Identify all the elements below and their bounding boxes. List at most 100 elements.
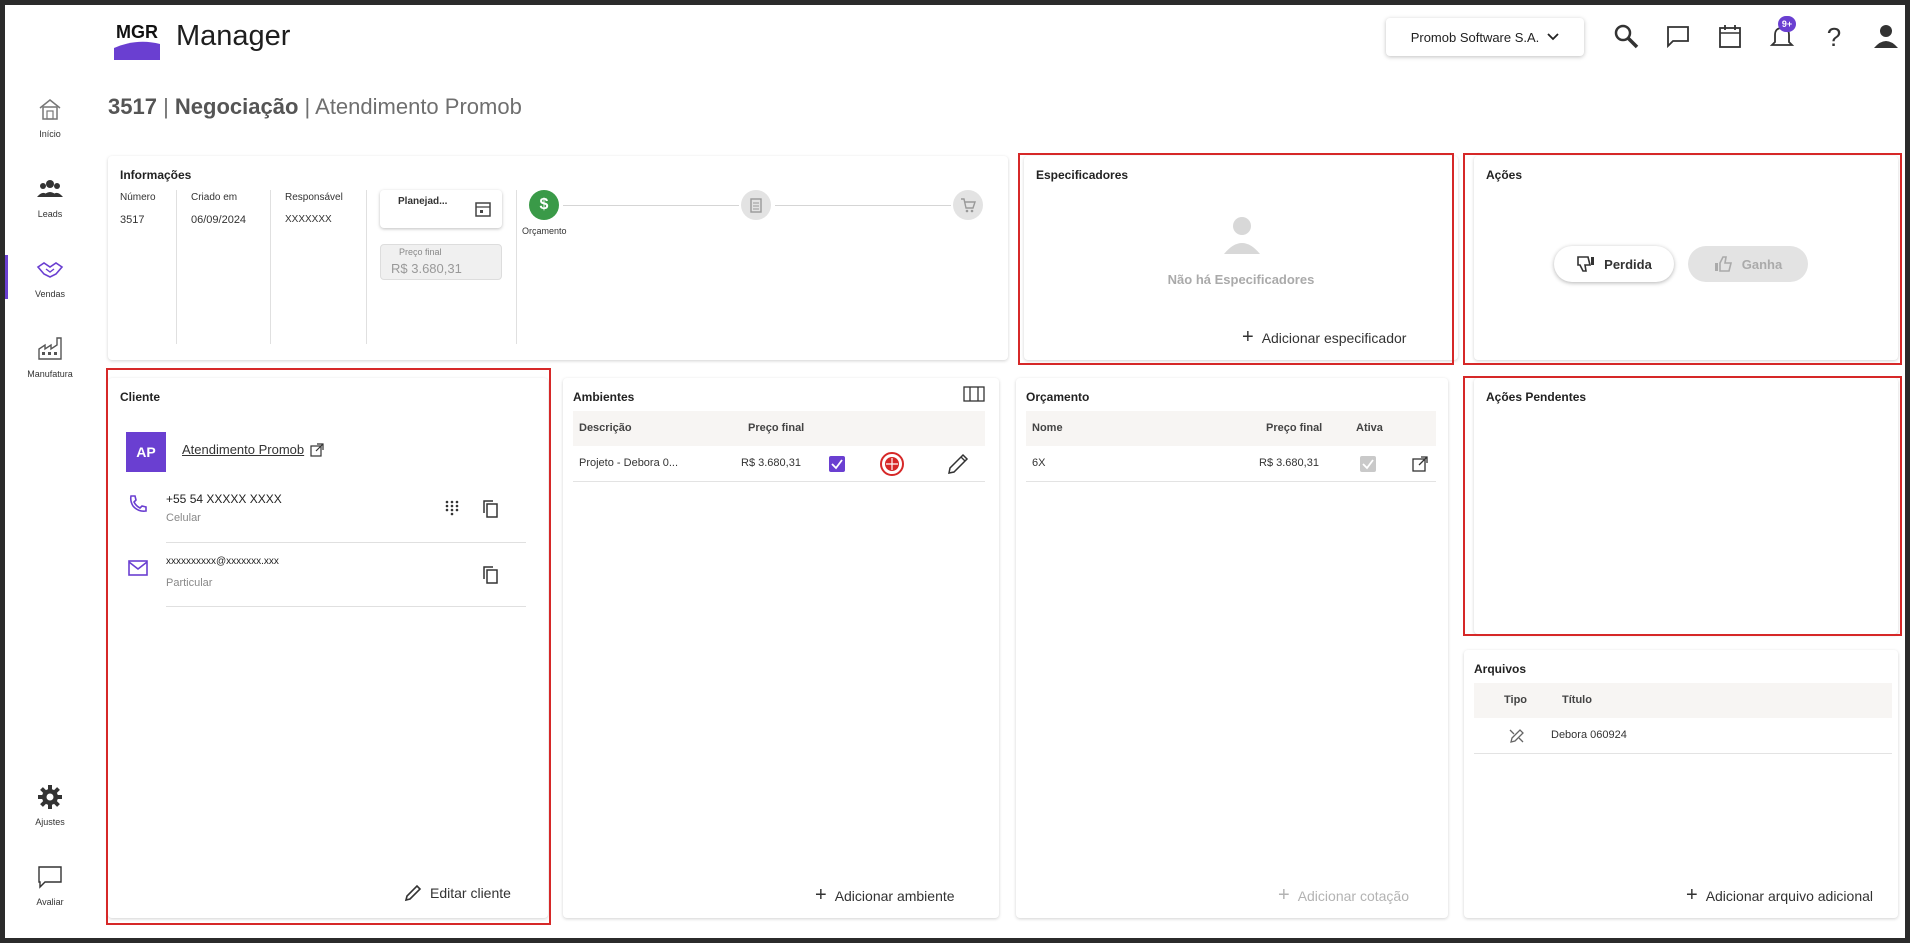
checkbox-disabled-icon: [1360, 456, 1376, 472]
pencil-icon: [404, 884, 422, 902]
column-header: Descrição: [579, 422, 632, 434]
chevron-down-icon: [1547, 33, 1559, 41]
email-icon: [128, 560, 148, 576]
sidebar-label: Vendas: [34, 289, 66, 299]
mark-lost-button[interactable]: Perdida: [1554, 246, 1674, 282]
table-header: Nome Preço final Ativa: [1026, 411, 1436, 446]
phone-icon: [129, 495, 147, 512]
plus-icon: +: [1278, 884, 1290, 906]
copy-icon[interactable]: [482, 566, 498, 584]
divider: [176, 190, 177, 344]
environments-title: Ambientes: [573, 390, 635, 404]
thumbs-down-icon: [1577, 256, 1595, 272]
clipboard-icon: [750, 198, 762, 213]
notification-badge: 9+: [1778, 16, 1796, 32]
search-icon[interactable]: [1612, 22, 1640, 50]
step-pedido[interactable]: [741, 190, 771, 220]
add-environment-label: Adicionar ambiente: [834, 887, 955, 904]
client-name: Atendimento Promob: [182, 442, 305, 457]
cart-icon: [961, 198, 976, 213]
sidebar-item-inicio[interactable]: Início: [5, 95, 95, 139]
add-file-label: Adicionar arquivo adicional: [1705, 887, 1874, 904]
price-field: Preço final R$ 3.680,31: [380, 244, 502, 280]
table-row[interactable]: 6X R$ 3.680,31: [1026, 446, 1436, 482]
table-row[interactable]: Debora 060924: [1474, 718, 1892, 754]
svg-text:MGR: MGR: [116, 22, 158, 42]
criado-label: Criado em: [191, 192, 238, 203]
divider: [166, 542, 526, 543]
dialpad-icon[interactable]: [444, 500, 460, 516]
files-card: Arquivos Tipo Título Debora 060924 + Adi…: [1464, 650, 1898, 918]
status-value: Planejad...: [398, 196, 448, 207]
environments-card: Ambientes Descrição Preço final Projeto …: [563, 378, 999, 918]
svg-text:?: ?: [1827, 22, 1841, 50]
factory-icon: [38, 337, 62, 360]
budget-title: Orçamento: [1026, 390, 1090, 404]
copy-icon[interactable]: [482, 500, 498, 518]
divider: [166, 606, 526, 607]
thumbs-up-icon: [1714, 256, 1732, 272]
sidebar-label: Manufatura: [27, 369, 73, 379]
step-line: [563, 205, 739, 206]
plus-icon: +: [1686, 884, 1698, 906]
actions-title: Ações: [1486, 168, 1523, 182]
avatar: AP: [126, 432, 166, 472]
edit-client-button[interactable]: Editar cliente: [404, 884, 511, 902]
sidebar-label: Avaliar: [36, 897, 64, 907]
price-value: R$ 3.680,31: [391, 261, 462, 276]
user-icon[interactable]: [1872, 22, 1900, 50]
columns-icon[interactable]: [963, 386, 985, 402]
company-select[interactable]: Promob Software S.A.: [1386, 18, 1584, 56]
open-external-icon[interactable]: [1412, 456, 1428, 472]
client-phone: +55 54 XXXXX XXXX: [166, 492, 282, 506]
checkbox-checked-icon[interactable]: [829, 456, 845, 472]
column-header: Título: [1562, 694, 1592, 706]
pencil-icon[interactable]: [947, 453, 969, 475]
budget-price: R$ 3.680,31: [1259, 457, 1319, 469]
sidebar-item-vendas[interactable]: Vendas: [5, 255, 95, 299]
step-label: Orçamento: [522, 226, 567, 236]
column-header: Preço final: [748, 422, 805, 434]
add-file-button[interactable]: + Adicionar arquivo adicional: [1686, 884, 1873, 907]
table-row[interactable]: Projeto - Debora 0... R$ 3.680,31: [573, 446, 985, 482]
info-card: Informações Número 3517 Criado em 06/09/…: [108, 156, 1008, 360]
users-icon: [37, 180, 63, 197]
add-environment-button[interactable]: + Adicionar ambiente: [815, 884, 955, 907]
divider: [366, 190, 367, 344]
promob-icon[interactable]: [879, 451, 905, 477]
message-icon[interactable]: [1664, 22, 1692, 50]
client-card: Cliente AP Atendimento Promob +55 54 XXX…: [108, 378, 548, 918]
info-title: Informações: [120, 168, 192, 182]
add-specifier-button[interactable]: + Adicionar especificador: [1242, 326, 1406, 349]
environment-desc: Projeto - Debora 0...: [579, 457, 679, 469]
step-venda[interactable]: [953, 190, 983, 220]
sidebar-item-manufatura[interactable]: Manufatura: [5, 335, 95, 379]
status-select[interactable]: Planejad...: [380, 190, 502, 228]
mark-won-label: Ganha: [1741, 256, 1783, 272]
chat-icon: [38, 866, 62, 889]
mark-won-button[interactable]: Ganha: [1688, 246, 1808, 282]
step-line: [775, 205, 951, 206]
actions-card: Ações Perdida Ganha: [1474, 156, 1898, 360]
specifiers-card: Especificadores Não há Especificadores +…: [1024, 156, 1458, 360]
add-quote-button[interactable]: + Adicionar cotação: [1278, 884, 1409, 907]
calendar-icon[interactable]: [1716, 22, 1744, 50]
handshake-icon: [36, 262, 64, 278]
sidebar-item-leads[interactable]: Leads: [5, 175, 95, 219]
calendar-icon[interactable]: [474, 200, 492, 218]
company-select-value: Promob Software S.A.: [1410, 29, 1540, 45]
external-link-icon: [310, 442, 324, 457]
sidebar-item-ajustes[interactable]: Ajustes: [5, 783, 95, 827]
sidebar-label: Ajustes: [35, 817, 65, 827]
pending-title: Ações Pendentes: [1486, 390, 1587, 404]
step-orcamento[interactable]: $: [529, 190, 559, 220]
sidebar-label: Leads: [37, 209, 63, 219]
pending-actions-card: Ações Pendentes: [1474, 378, 1898, 634]
client-link[interactable]: Atendimento Promob: [182, 442, 324, 457]
column-header: Nome: [1032, 422, 1063, 434]
budget-card: Orçamento Nome Preço final Ativa 6X R$ 3…: [1016, 378, 1448, 918]
sidebar-item-avaliar[interactable]: Avaliar: [5, 863, 95, 907]
files-title: Arquivos: [1474, 662, 1527, 676]
client-title: Cliente: [120, 390, 161, 404]
help-icon[interactable]: ?: [1820, 22, 1848, 50]
